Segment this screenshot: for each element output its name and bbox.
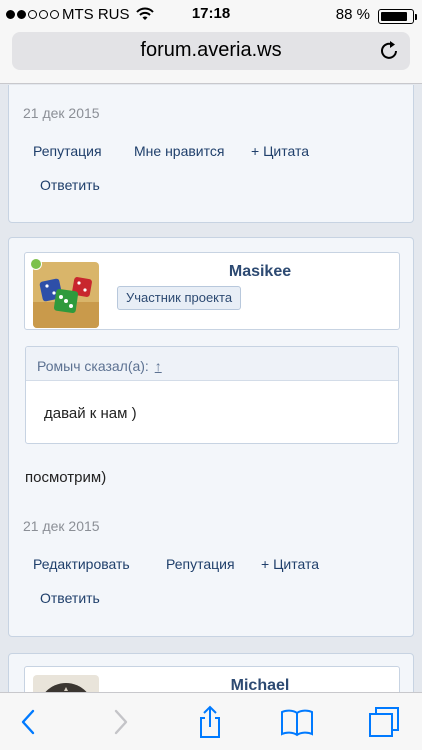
- quote-block: Ромыч сказал(а): ↑ давай к нам ): [25, 346, 399, 444]
- battery-percent: 88 %: [335, 6, 370, 23]
- browser-toolbar: [0, 692, 422, 750]
- avatar-image: [33, 675, 99, 692]
- username[interactable]: Michael: [125, 677, 395, 692]
- browser-top-bar: MTS RUS 17:18 88 % forum.averia.ws: [0, 0, 422, 84]
- quote-text: давай к нам ): [44, 405, 137, 422]
- forum-post: Masikee Участник проекта Ромыч сказал(а)…: [8, 237, 414, 637]
- forum-post: Michael: [8, 653, 414, 692]
- url-text[interactable]: forum.averia.ws: [12, 39, 410, 62]
- quote-link[interactable]: + Цитата: [251, 143, 309, 159]
- reply-link[interactable]: Ответить: [40, 590, 100, 606]
- post-message: посмотрим): [25, 469, 107, 486]
- edit-link[interactable]: Редактировать: [33, 556, 130, 572]
- avatar[interactable]: [33, 675, 99, 692]
- forum-post: 21 дек 2015 Репутация Мне нравится + Цит…: [8, 85, 414, 223]
- quote-header: Ромыч сказал(а): ↑: [26, 347, 398, 381]
- quote-author: Ромыч сказал(а):: [37, 358, 149, 374]
- dice-avatar-image: [33, 262, 99, 328]
- avatar[interactable]: [33, 262, 99, 328]
- online-indicator: [30, 258, 42, 270]
- back-icon[interactable]: [12, 705, 46, 739]
- reputation-link[interactable]: Репутация: [33, 143, 102, 159]
- forum-page: 21 дек 2015 Репутация Мне нравится + Цит…: [0, 85, 422, 692]
- reload-icon[interactable]: [376, 38, 402, 64]
- share-icon[interactable]: [193, 705, 227, 739]
- bookmarks-icon[interactable]: [280, 705, 314, 739]
- post-date: 21 дек 2015: [23, 105, 100, 121]
- battery-fill: [381, 12, 408, 21]
- user-title-badge: Участник проекта: [117, 286, 242, 310]
- post-date: 21 дек 2015: [23, 518, 100, 534]
- battery-icon: [378, 9, 417, 24]
- quote-link[interactable]: + Цитата: [261, 556, 319, 572]
- status-bar: MTS RUS 17:18 88 %: [0, 0, 422, 30]
- like-link[interactable]: Мне нравится: [134, 143, 224, 159]
- tabs-icon[interactable]: [367, 705, 401, 739]
- quote-jump-link[interactable]: ↑: [155, 358, 162, 374]
- address-bar[interactable]: forum.averia.ws: [12, 32, 410, 70]
- user-info: Michael: [24, 666, 400, 692]
- username[interactable]: Masikee: [125, 263, 395, 281]
- forward-icon[interactable]: [103, 705, 137, 739]
- reply-link[interactable]: Ответить: [40, 177, 100, 193]
- reputation-link[interactable]: Репутация: [166, 556, 235, 572]
- user-info: Masikee Участник проекта: [24, 252, 400, 330]
